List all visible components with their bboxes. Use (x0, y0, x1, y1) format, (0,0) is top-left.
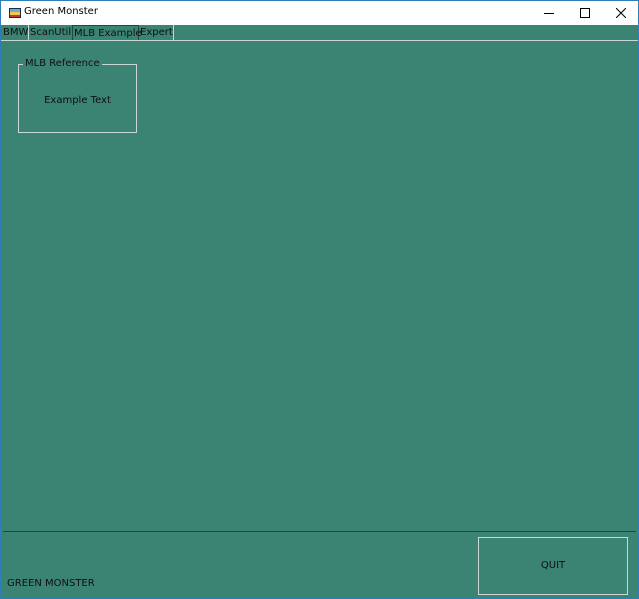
footer-label: GREEN MONSTER (7, 578, 95, 589)
tab-bmw[interactable]: BMW (2, 25, 29, 40)
window-title: Green Monster (24, 6, 98, 17)
close-button[interactable] (603, 1, 639, 25)
maximize-button[interactable] (567, 1, 603, 25)
tab-bar: BMW ScanUtil MLB Example Expert (1, 25, 638, 41)
group-label: MLB Reference (23, 57, 102, 70)
example-text-label: Example Text (44, 95, 111, 106)
tab-scanutil[interactable]: ScanUtil (29, 25, 72, 40)
quit-button[interactable]: QUIT (478, 537, 628, 595)
app-icon (9, 8, 21, 18)
minimize-icon (544, 13, 554, 14)
tab-mlb-example[interactable]: MLB Example (72, 25, 142, 40)
title-bar[interactable]: Green Monster (1, 1, 638, 25)
tab-expert[interactable]: Expert (139, 25, 174, 40)
maximize-icon (580, 8, 590, 18)
minimize-button[interactable] (531, 1, 567, 25)
app-window: Green Monster BMW ScanUtil MLB Example E… (0, 0, 639, 599)
close-icon (616, 8, 626, 18)
bottom-divider (3, 531, 636, 532)
